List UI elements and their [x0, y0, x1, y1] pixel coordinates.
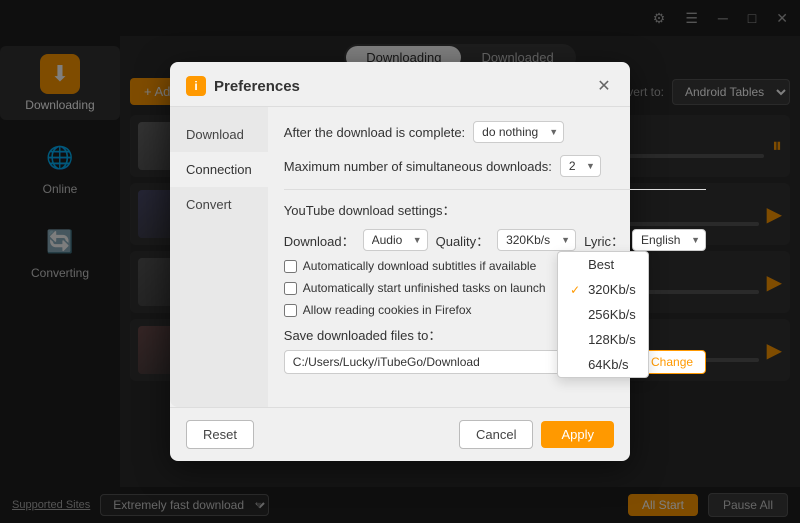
download-type-select-wrapper: Audio [363, 229, 428, 251]
auto-unfinished-label: Automatically start unfinished tasks on … [303, 281, 546, 295]
modal-logo-icon: i [186, 76, 206, 96]
quality-select-wrapper: 320Kb/s Best ✓ 320Kb/s [497, 229, 576, 251]
yt-settings-label: YouTube download settings： [284, 200, 706, 219]
modal-body: Download Connection Convert After the do… [170, 107, 630, 407]
quality-option-best[interactable]: Best [558, 252, 648, 277]
download-label: Download： [284, 231, 355, 250]
auto-subtitle-label: Automatically download subtitles if avai… [303, 259, 536, 273]
quality-option-64[interactable]: 64Kb/s [558, 352, 648, 377]
after-download-row: After the download is complete: do nothi… [284, 121, 706, 143]
auto-unfinished-checkbox[interactable] [284, 282, 297, 295]
modal-overlay: i Preferences ✕ Download Connection Conv… [0, 0, 800, 523]
after-download-select-wrapper: do nothing [473, 121, 564, 143]
modal-footer: Reset Cancel Apply [170, 407, 630, 461]
firefox-cookies-checkbox[interactable] [284, 304, 297, 317]
lyric-label: Lyric： [584, 231, 624, 250]
auto-subtitle-checkbox[interactable] [284, 260, 297, 273]
max-downloads-row: Maximum number of simultaneous downloads… [284, 155, 706, 177]
quality-option-256[interactable]: 256Kb/s [558, 302, 648, 327]
after-download-select[interactable]: do nothing [473, 121, 564, 143]
yt-settings-row: Download： Audio Quality： 320Kb/s [284, 229, 706, 251]
modal-header: i Preferences ✕ [170, 62, 630, 107]
apply-button[interactable]: Apply [541, 421, 614, 448]
cancel-button[interactable]: Cancel [459, 420, 533, 449]
divider [284, 189, 706, 190]
firefox-cookies-label: Allow reading cookies in Firefox [303, 303, 472, 317]
max-downloads-select[interactable]: 2 [560, 155, 601, 177]
download-type-select[interactable]: Audio [363, 229, 428, 251]
lyric-select[interactable]: English [632, 229, 706, 251]
quality-dropdown-popup: Best ✓ 320Kb/s 256Kb/s [557, 251, 649, 378]
preferences-modal: i Preferences ✕ Download Connection Conv… [170, 62, 630, 461]
quality-option-128[interactable]: 128Kb/s [558, 327, 648, 352]
lyric-select-wrapper: English [632, 229, 706, 251]
after-download-label: After the download is complete: [284, 125, 465, 140]
reset-button[interactable]: Reset [186, 420, 254, 449]
modal-title: Preferences [214, 78, 586, 95]
nav-item-download[interactable]: Download [170, 117, 268, 152]
quality-option-320[interactable]: ✓ 320Kb/s [558, 277, 648, 302]
quality-select[interactable]: 320Kb/s [497, 229, 576, 251]
nav-item-convert[interactable]: Convert [170, 187, 268, 222]
max-downloads-select-wrapper: 2 [560, 155, 601, 177]
modal-sidebar: Download Connection Convert [170, 107, 268, 407]
modal-close-button[interactable]: ✕ [594, 76, 614, 96]
modal-main-content: After the download is complete: do nothi… [268, 107, 722, 407]
nav-item-connection[interactable]: Connection [170, 152, 268, 187]
max-downloads-label: Maximum number of simultaneous downloads… [284, 159, 552, 174]
quality-label: Quality： [436, 231, 489, 250]
